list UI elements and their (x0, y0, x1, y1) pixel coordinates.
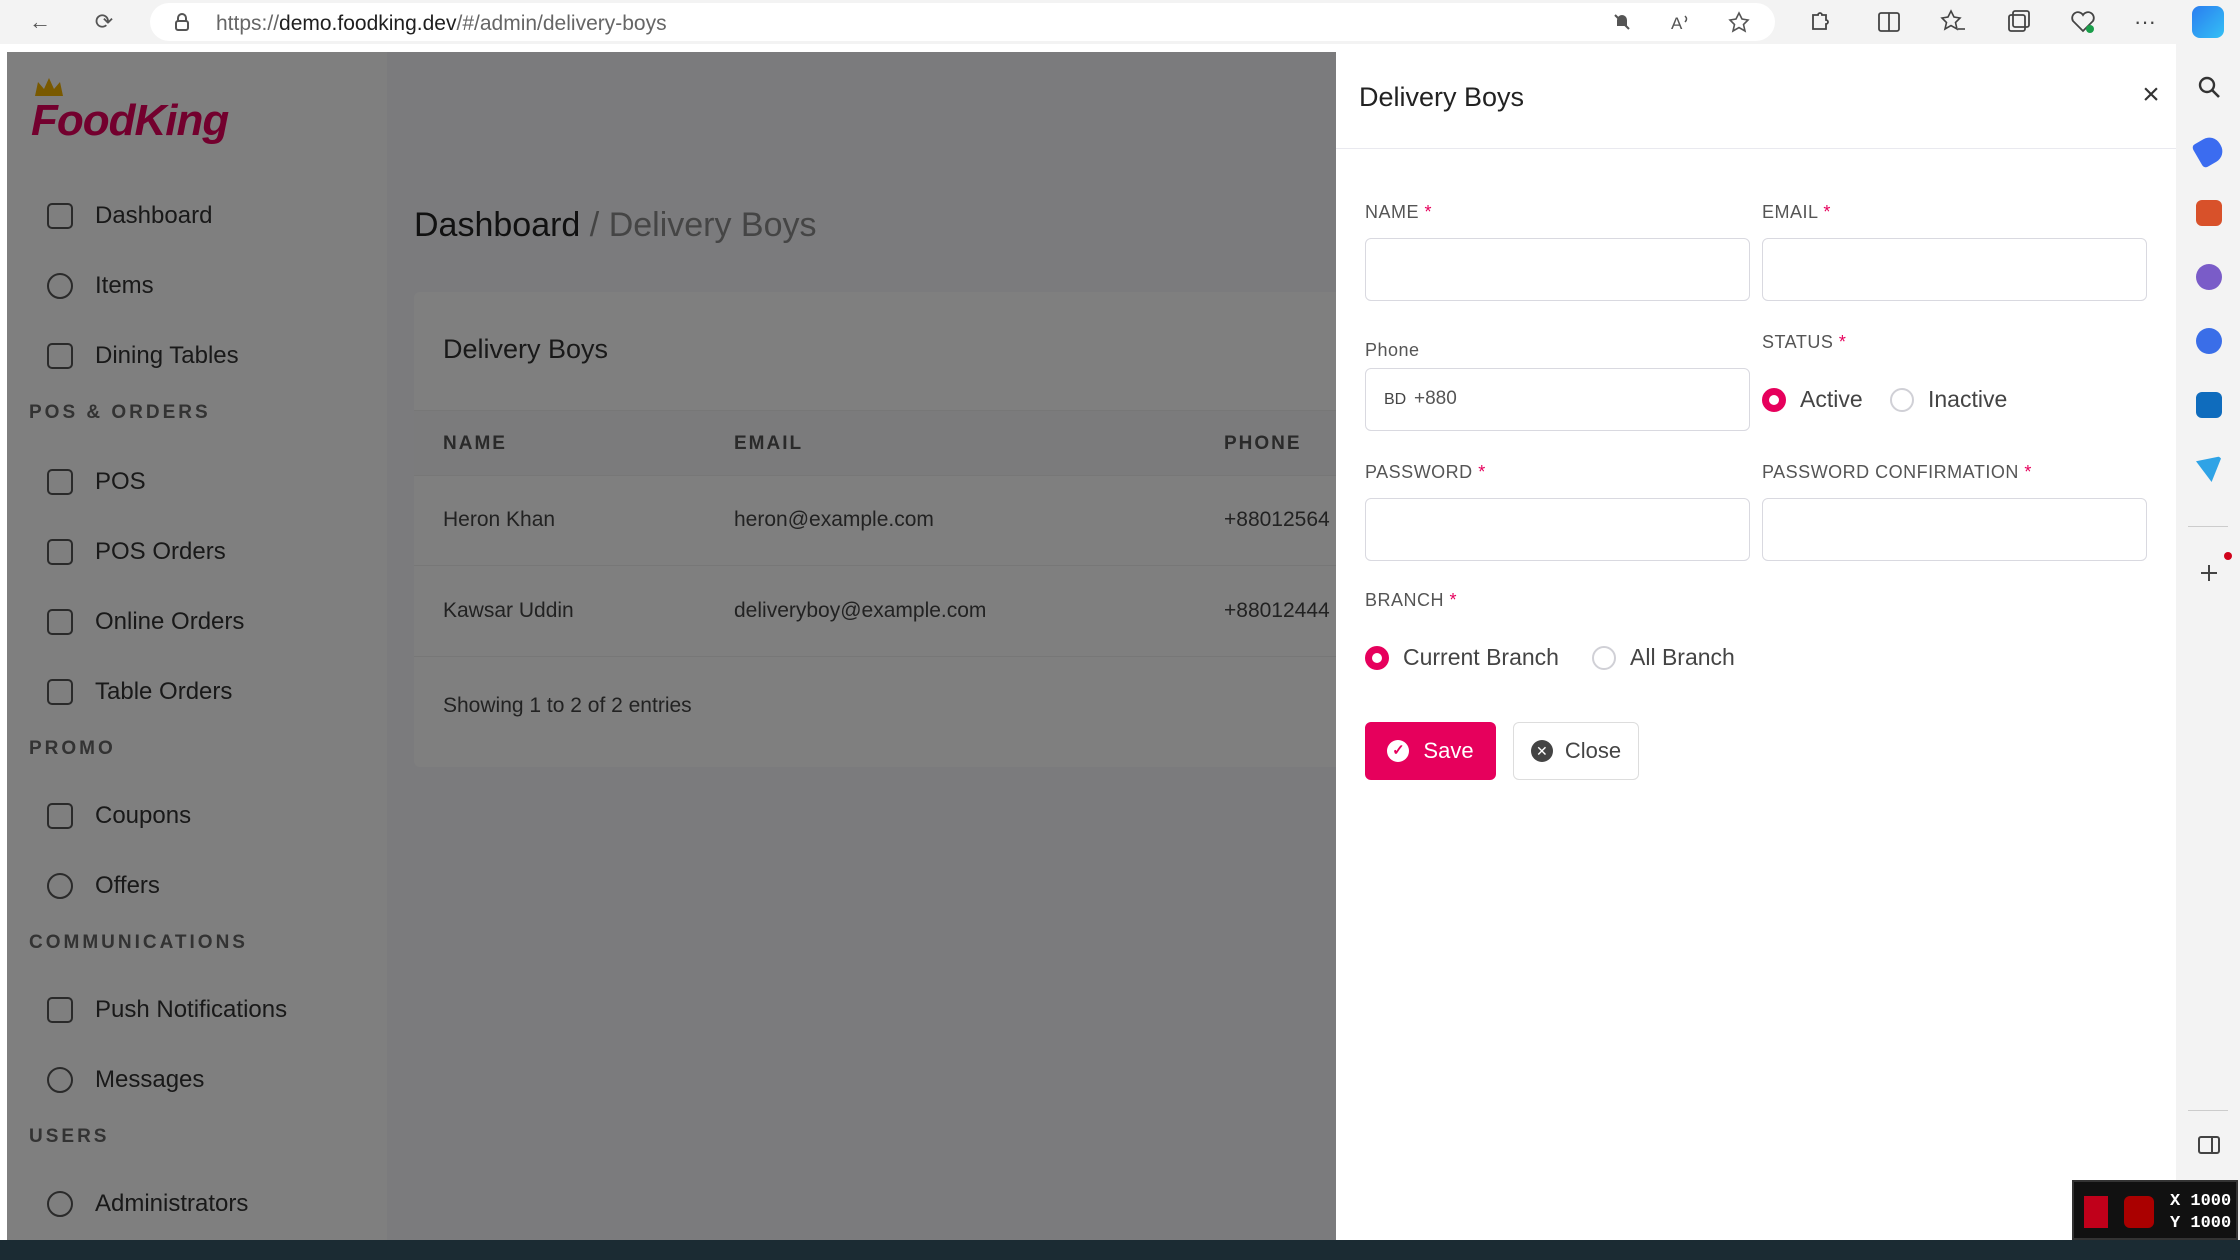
add-icon[interactable] (2196, 560, 2222, 586)
name-label: NAME * (1365, 202, 1433, 222)
browser-essentials-icon[interactable] (2068, 7, 2098, 37)
copilot-icon[interactable] (2192, 6, 2224, 38)
mute-notifications-icon[interactable] (1612, 12, 1632, 32)
split-screen-icon[interactable] (1874, 7, 1904, 37)
browser-toolbar: ← ⟳ https://demo.foodking.dev/#/admin/de… (0, 0, 2240, 44)
radio-label: Current Branch (1403, 644, 1559, 670)
radio-unchecked-icon (1592, 645, 1616, 670)
status-active-radio[interactable]: Active (1762, 386, 1863, 413)
branch-all-radio[interactable]: All Branch (1592, 644, 1735, 671)
y-readout: Y 1000 (2170, 1214, 2232, 1233)
microsoft-365-icon[interactable] (2196, 328, 2222, 354)
games-icon[interactable] (2196, 264, 2222, 290)
email-field[interactable] (1762, 238, 2147, 301)
branch-current-radio[interactable]: Current Branch (1365, 644, 1559, 671)
check-circle-icon: ✓ (1387, 740, 1410, 762)
password-confirmation-label: PASSWORD CONFIRMATION * (1762, 462, 2032, 482)
radio-unchecked-icon (1890, 387, 1914, 412)
phone-label: Phone (1365, 340, 1420, 360)
x-readout: X 1000 (2170, 1192, 2232, 1211)
extensions-icon[interactable] (1804, 7, 1834, 37)
more-icon[interactable]: ··· (2130, 7, 2160, 37)
tools-icon[interactable] (2196, 200, 2222, 226)
password-label: PASSWORD * (1365, 462, 1486, 482)
app-icon (2084, 1196, 2108, 1228)
x-circle-icon: ✕ (1530, 740, 1553, 762)
drawer-title: Delivery Boys (1359, 82, 1525, 112)
favorites-icon[interactable] (1938, 7, 1968, 37)
drawer-header: Delivery Boys × (1336, 52, 2176, 149)
password-confirmation-field[interactable] (1762, 498, 2147, 561)
hand-icon (2124, 1196, 2154, 1228)
collections-icon[interactable] (2004, 7, 2034, 37)
close-icon[interactable]: × (2136, 80, 2166, 110)
taskbar (0, 1240, 2240, 1260)
branch-label: BRANCH * (1365, 590, 1458, 610)
browser-sidebar (2176, 44, 2240, 1240)
password-field[interactable] (1365, 498, 1750, 561)
coordinate-overlay: X 1000 Y 1000 (2072, 1180, 2238, 1240)
outlook-icon[interactable] (2196, 392, 2222, 418)
radio-label: Active (1800, 386, 1863, 412)
radio-checked-icon (1365, 645, 1389, 670)
url-text: https://demo.foodking.dev/#/admin/delive… (216, 12, 667, 35)
shopping-tag-icon[interactable] (2191, 133, 2227, 169)
back-icon[interactable]: ← (24, 6, 56, 38)
sidebar-divider (2188, 1110, 2228, 1111)
delivery-boy-form-drawer: Delivery Boys × NAME * EMAIL * Phone BD … (1336, 52, 2176, 1240)
name-field[interactable] (1365, 238, 1750, 301)
radio-checked-icon (1762, 387, 1786, 412)
sidebar-divider (2188, 526, 2228, 527)
send-icon[interactable] (2196, 456, 2222, 482)
modal-backdrop[interactable] (7, 52, 1336, 1240)
country-code[interactable]: BD (1384, 391, 1406, 409)
app-page: FoodKing Dashboard Items Dining Tables P… (7, 52, 2176, 1240)
close-button[interactable]: ✕ Close (1513, 722, 1639, 780)
reload-icon[interactable]: ⟳ (88, 6, 120, 38)
favorite-star-icon[interactable] (1728, 11, 1750, 33)
read-aloud-icon[interactable]: A (1670, 12, 1692, 32)
email-label: EMAIL * (1762, 202, 1831, 222)
radio-label: Inactive (1928, 386, 2008, 412)
notification-dot (2224, 552, 2232, 560)
sidebar-toggle-icon[interactable] (2196, 1132, 2222, 1158)
status-inactive-radio[interactable]: Inactive (1890, 386, 2007, 413)
address-bar[interactable]: https://demo.foodking.dev/#/admin/delive… (150, 3, 1775, 41)
radio-label: All Branch (1630, 644, 1735, 670)
search-icon[interactable] (2196, 74, 2222, 100)
phone-field[interactable]: BD +880 (1365, 368, 1750, 431)
svg-text:A: A (1671, 14, 1683, 32)
phone-prefix: +880 (1414, 388, 1457, 409)
lock-icon (175, 13, 189, 31)
save-button[interactable]: ✓ Save (1365, 722, 1496, 780)
status-label: STATUS * (1762, 332, 1847, 352)
